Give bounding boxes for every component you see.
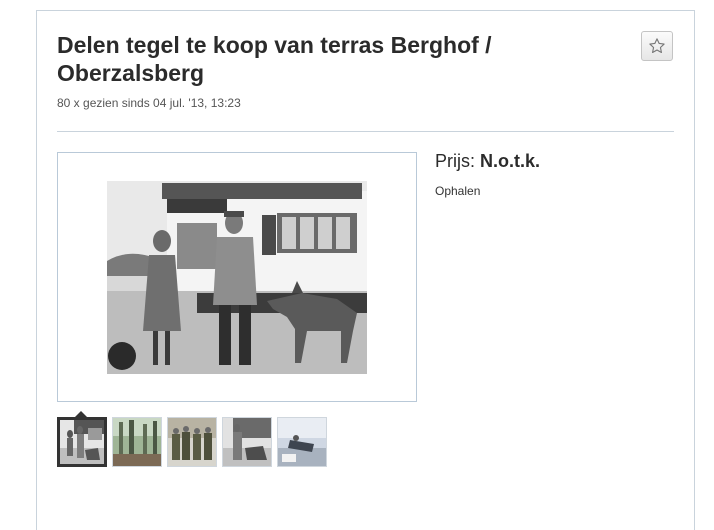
thumbnail-4[interactable]	[222, 417, 272, 467]
listing-title: Delen tegel te koop van terras Berghof /…	[57, 32, 492, 86]
thumbnail-5[interactable]	[277, 417, 327, 467]
main-photo[interactable]	[107, 181, 367, 374]
price: Prijs: N.o.t.k.	[435, 151, 540, 172]
thumbnail-3[interactable]	[167, 417, 217, 467]
favorite-button[interactable]	[641, 31, 673, 61]
thumbnail-2[interactable]	[112, 417, 162, 467]
listing-card: Delen tegel te koop van terras Berghof /…	[36, 10, 695, 530]
thumbnail-strip	[57, 411, 327, 467]
delivery-method: Ophalen	[435, 184, 481, 198]
header-divider	[57, 131, 674, 132]
price-label: Prijs:	[435, 151, 475, 171]
thumbnail-1[interactable]	[57, 411, 107, 467]
price-value: N.o.t.k.	[480, 151, 541, 171]
main-photo-frame[interactable]	[57, 152, 417, 402]
view-count-meta: 80 x gezien sinds 04 jul. '13, 13:23	[57, 96, 241, 110]
star-outline-icon	[649, 38, 665, 54]
